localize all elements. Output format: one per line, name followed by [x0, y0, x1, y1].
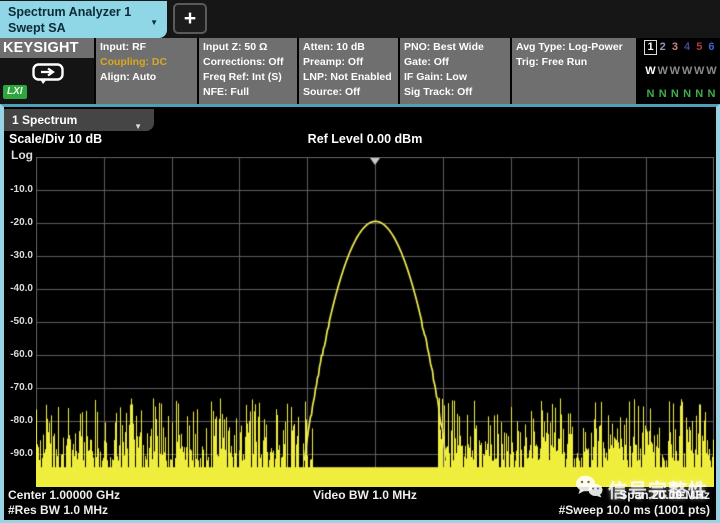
status-header: KEYSIGHT LXI Input: RF Coupling: DC Alig…	[0, 38, 720, 104]
status-line: IF Gain: Low	[404, 70, 506, 85]
center-frequency-label: Center 1.00000 GHz	[8, 488, 120, 502]
lxi-badge: LXI	[3, 85, 27, 99]
measurement-selector-label: 1 Spectrum	[12, 113, 77, 127]
trace-4-status[interactable]: 4 W N	[682, 41, 693, 101]
res-bw-label: #Res BW 1.0 MHz	[8, 503, 108, 517]
trace-type: W	[670, 65, 680, 78]
tab-spectrum-analyzer-1[interactable]: Spectrum Analyzer 1 Swept SA ▼	[0, 1, 167, 38]
y-axis-label: -80.0	[4, 415, 33, 427]
trace-detector: N	[671, 88, 679, 101]
y-axis-label: -40.0	[4, 283, 33, 295]
panel-average-trigger-settings[interactable]: Avg Type: Log-Power Trig: Free Run	[512, 38, 636, 104]
status-line: Corrections: Off	[203, 55, 293, 70]
add-tab-button[interactable]: +	[173, 3, 207, 34]
trace-number: 4	[684, 41, 690, 54]
trace-2-status[interactable]: 2 W N	[657, 41, 668, 101]
trace-number: 5	[696, 41, 702, 54]
trace-detector: N	[647, 88, 655, 101]
trace-number: 3	[672, 41, 678, 54]
panel-amplitude-settings[interactable]: Atten: 10 dB Preamp: Off LNP: Not Enable…	[299, 38, 398, 104]
trace-number: 6	[708, 41, 714, 54]
axis-mode-label: Log	[11, 148, 33, 162]
panel-pno-settings[interactable]: PNO: Best Wide Gate: Off IF Gain: Low Si…	[400, 38, 510, 104]
message-bubble-icon[interactable]	[32, 63, 64, 90]
trace-type: W	[682, 65, 692, 78]
status-line: Align: Auto	[100, 70, 193, 85]
trace-detector: N	[683, 88, 691, 101]
trace-type: W	[657, 65, 667, 78]
status-line: Sig Track: Off	[404, 85, 506, 100]
measurement-selector[interactable]: 1 Spectrum ▼	[4, 109, 154, 131]
tab-subtitle: Swept SA	[8, 20, 159, 36]
status-line: LNP: Not Enabled	[303, 70, 394, 85]
scale-per-div-label: Scale/Div 10 dB	[9, 132, 102, 146]
trace-type: W	[645, 65, 655, 78]
trace-1-status[interactable]: 1 W N	[645, 41, 656, 101]
trace-number: 2	[660, 41, 666, 54]
y-axis-label: -30.0	[4, 250, 33, 262]
y-axis-label: -70.0	[4, 382, 33, 394]
ref-level-label: Ref Level 0.00 dBm	[280, 132, 450, 146]
status-line: PNO: Best Wide	[404, 40, 506, 55]
spectrum-plot[interactable]	[36, 157, 714, 487]
status-line: Coupling: DC	[100, 55, 193, 70]
status-line: Gate: Off	[404, 55, 506, 70]
status-line: Atten: 10 dB	[303, 40, 394, 55]
status-line: Avg Type: Log-Power	[516, 40, 632, 55]
status-line: Source: Off	[303, 85, 394, 100]
trace-3-status[interactable]: 3 W N	[669, 41, 680, 101]
keysight-logo: KEYSIGHT	[0, 38, 94, 58]
status-line: Preamp: Off	[303, 55, 394, 70]
span-label: Span 20.00 MHz	[619, 488, 710, 502]
sweep-label: #Sweep 10.0 ms (1001 pts)	[559, 503, 710, 517]
y-axis-label: -60.0	[4, 349, 33, 361]
status-line: Trig: Free Run	[516, 55, 632, 70]
trace-number: 1	[645, 41, 655, 54]
chevron-down-icon: ▼	[150, 15, 158, 31]
y-axis-label: -20.0	[4, 217, 33, 229]
status-line: Input: RF	[100, 40, 193, 55]
panel-input-settings[interactable]: Input: RF Coupling: DC Align: Auto	[96, 38, 197, 104]
spectrum-analyzer-app: Spectrum Analyzer 1 Swept SA ▼ + KEYSIGH…	[0, 0, 720, 523]
tab-bar: Spectrum Analyzer 1 Swept SA ▼ +	[0, 0, 720, 38]
y-axis-label: -50.0	[4, 316, 33, 328]
status-line: Input Z: 50 Ω	[203, 40, 293, 55]
trace-detector: N	[707, 88, 715, 101]
trace-status-block: 1 W N 2 W N 3 W N 4 W N 5 W N	[638, 38, 720, 104]
trace-type: W	[706, 65, 716, 78]
measurement-display: 1 Spectrum ▼ Scale/Div 10 dB Ref Level 0…	[0, 104, 720, 523]
panel-frequency-settings[interactable]: Input Z: 50 Ω Corrections: Off Freq Ref:…	[199, 38, 297, 104]
trace-type: W	[694, 65, 704, 78]
tab-title: Spectrum Analyzer 1	[8, 4, 159, 20]
trace-5-status[interactable]: 5 W N	[694, 41, 705, 101]
video-bw-label: Video BW 1.0 MHz	[280, 488, 450, 502]
y-axis-label: -90.0	[4, 448, 33, 460]
trace-6-status[interactable]: 6 W N	[706, 41, 717, 101]
trace-detector: N	[659, 88, 667, 101]
chevron-down-icon: ▼	[134, 116, 142, 138]
trace-detector: N	[695, 88, 703, 101]
y-axis-label: -10.0	[4, 184, 33, 196]
brand-block: KEYSIGHT LXI	[0, 38, 94, 104]
status-line: Freq Ref: Int (S)	[203, 70, 293, 85]
status-line: NFE: Full	[203, 85, 293, 100]
